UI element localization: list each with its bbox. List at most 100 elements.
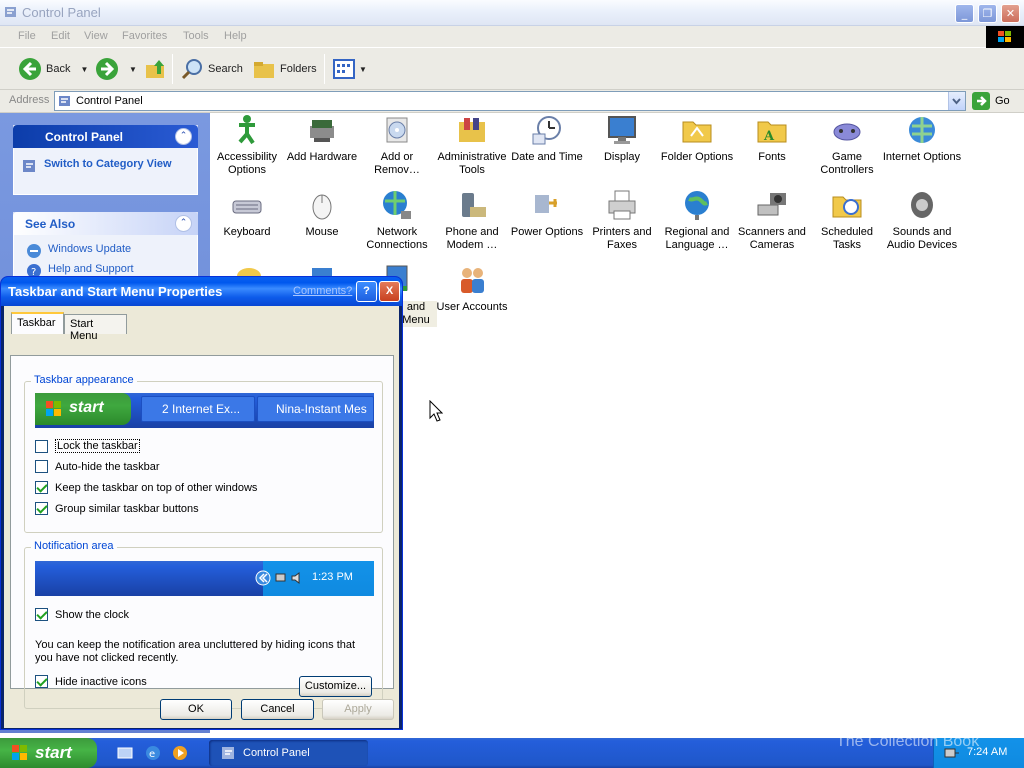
tab-start-menu[interactable]: Start Menu: [64, 314, 127, 342]
show-clock-checkbox[interactable]: Show the clock: [35, 608, 129, 621]
menu-view[interactable]: View: [84, 30, 108, 42]
folders-button[interactable]: Folders: [252, 57, 317, 81]
user-accounts-item[interactable]: User Accounts: [432, 264, 512, 314]
checkbox-box[interactable]: [35, 460, 48, 473]
game-controllers-item[interactable]: Game Controllers: [807, 114, 887, 177]
go-button[interactable]: Go: [972, 92, 1010, 110]
checkbox-label: Hide inactive icons: [55, 675, 147, 688]
checkbox-box[interactable]: [35, 502, 48, 515]
regional-language-item[interactable]: Regional and Language …: [657, 189, 737, 252]
back-dropdown-icon[interactable]: ▼: [80, 65, 88, 74]
checkbox-box[interactable]: [35, 608, 48, 621]
sounds-audio-item[interactable]: Sounds and Audio Devices: [882, 189, 962, 252]
mouse-cursor-icon: [429, 400, 443, 422]
views-dropdown-icon[interactable]: ▼: [359, 65, 367, 74]
tab-taskbar[interactable]: Taskbar: [11, 312, 64, 334]
see-also-box-header[interactable]: See Also ⌃: [13, 212, 198, 235]
internet-options-item[interactable]: Internet Options: [882, 114, 962, 164]
accessibility-icon: [238, 115, 255, 145]
checkbox-label: Keep the taskbar on top of other windows: [55, 481, 258, 494]
checkbox-box[interactable]: [35, 439, 48, 453]
taskbar-tab-panel: Taskbar appearance start 2 Internet Ex..…: [10, 355, 394, 709]
address-bar: Address Control Panel Go: [0, 90, 1024, 113]
network-connections-item[interactable]: Network Connections: [357, 189, 437, 252]
network-connections-icon: [383, 191, 411, 219]
toolbar: Back ▼ ▼ Search Folders ▼: [0, 48, 1024, 90]
administrative-tools-item[interactable]: Administrative Tools: [432, 114, 512, 177]
menu-help[interactable]: Help: [224, 30, 247, 42]
search-button[interactable]: Search: [180, 57, 243, 81]
media-player-icon[interactable]: [172, 745, 188, 761]
collapse-icon[interactable]: ⌃: [175, 128, 192, 145]
windows-update-link[interactable]: Windows Update: [26, 243, 131, 259]
back-button[interactable]: Back ▼: [18, 57, 88, 81]
keep-on-top-checkbox[interactable]: Keep the taskbar on top of other windows: [35, 481, 257, 494]
address-input[interactable]: Control Panel: [54, 91, 966, 111]
up-folder-button[interactable]: [144, 57, 168, 81]
show-desktop-icon[interactable]: [117, 745, 133, 761]
mouse-item[interactable]: Mouse: [282, 189, 362, 239]
dialog-title: Taskbar and Start Menu Properties: [8, 284, 223, 299]
dialog-titlebar[interactable]: Taskbar and Start Menu Properties Commen…: [1, 277, 402, 306]
add-remove-programs-item[interactable]: Add or Remov…: [357, 114, 437, 177]
control-panel-box-header[interactable]: Control Panel ⌃: [13, 125, 198, 148]
address-dropdown-button[interactable]: [948, 92, 965, 110]
checkbox-label: Auto-hide the taskbar: [55, 460, 160, 473]
checkbox-box[interactable]: [35, 481, 48, 494]
menu-favorites[interactable]: Favorites: [122, 30, 167, 42]
lock-taskbar-checkbox[interactable]: Lock the taskbar: [35, 439, 140, 453]
forward-button[interactable]: ▼: [95, 57, 137, 81]
item-label: Scheduled Tasks: [821, 226, 873, 251]
fonts-icon: A: [757, 121, 787, 144]
item-label: User Accounts: [436, 301, 508, 313]
folder-options-item[interactable]: Folder Options: [657, 114, 737, 164]
apply-button[interactable]: Apply: [322, 699, 394, 720]
control-panel-icon: [59, 96, 70, 106]
scanners-cameras-icon: [757, 193, 786, 216]
checkbox-box[interactable]: [35, 675, 48, 688]
start-button[interactable]: start: [0, 738, 97, 768]
dialog-close-button[interactable]: X: [379, 281, 400, 302]
help-button[interactable]: ?: [356, 281, 377, 302]
menu-edit[interactable]: Edit: [51, 30, 70, 42]
taskbar-button-control-panel[interactable]: Control Panel: [209, 740, 368, 766]
scheduled-tasks-item[interactable]: Scheduled Tasks: [807, 189, 887, 252]
add-hardware-item[interactable]: Add Hardware: [282, 114, 362, 164]
forward-dropdown-icon[interactable]: ▼: [129, 65, 137, 74]
scanners-cameras-item[interactable]: Scanners and Cameras: [732, 189, 812, 252]
keyboard-item[interactable]: Keyboard: [207, 189, 287, 239]
accessibility-options-item[interactable]: Accessibility Options: [207, 114, 287, 177]
start-label: start: [35, 743, 72, 762]
views-button[interactable]: ▼: [332, 57, 367, 81]
address-label: Address: [9, 94, 50, 106]
minimize-button[interactable]: _: [955, 4, 974, 23]
hide-inactive-checkbox[interactable]: Hide inactive icons: [35, 675, 147, 688]
restore-button[interactable]: ❐: [978, 4, 997, 23]
windows-flag-icon: [46, 401, 61, 416]
ok-button[interactable]: OK: [160, 699, 232, 720]
date-time-item[interactable]: Date and Time: [507, 114, 587, 164]
search-label: Search: [208, 63, 243, 75]
collapse-icon[interactable]: ⌃: [175, 215, 192, 232]
item-label: Power Options: [510, 226, 584, 238]
preview-clock: 1:23 PM: [312, 571, 353, 583]
fonts-item[interactable]: A Fonts: [732, 114, 812, 164]
tray-volume-icon: [291, 572, 300, 584]
svg-text:e: e: [149, 749, 155, 760]
internet-explorer-icon[interactable]: e: [145, 745, 161, 761]
switch-category-view-link[interactable]: Switch to Category View: [22, 158, 172, 174]
scheduled-tasks-icon: [832, 196, 862, 218]
menu-tools[interactable]: Tools: [183, 30, 209, 42]
group-similar-checkbox[interactable]: Group similar taskbar buttons: [35, 502, 199, 515]
power-options-item[interactable]: Power Options: [507, 189, 587, 239]
comments-link[interactable]: Comments?: [293, 285, 352, 297]
customize-button[interactable]: Customize...: [299, 676, 372, 697]
windows-flag-icon: [12, 745, 27, 760]
display-item[interactable]: Display: [582, 114, 662, 164]
phone-modem-item[interactable]: Phone and Modem …: [432, 189, 512, 252]
menu-file[interactable]: File: [18, 30, 36, 42]
printers-faxes-item[interactable]: Printers and Faxes: [582, 189, 662, 252]
close-button[interactable]: ✕: [1001, 4, 1020, 23]
cancel-button[interactable]: Cancel: [241, 699, 314, 720]
auto-hide-taskbar-checkbox[interactable]: Auto-hide the taskbar: [35, 460, 160, 473]
